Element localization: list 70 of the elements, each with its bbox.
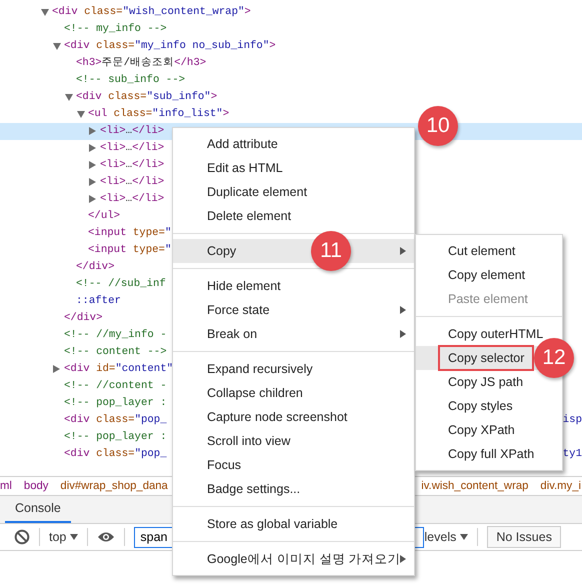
menu-item[interactable]: Copy XPath xyxy=(416,418,562,442)
menu-item[interactable]: Focus xyxy=(173,453,414,477)
menu-item[interactable]: Capture node screenshot xyxy=(173,405,414,429)
step-callout-tooltip: 10 xyxy=(418,106,458,146)
collapsed-triangle-icon[interactable] xyxy=(53,365,60,373)
code-line: <div class="sub_info"> xyxy=(76,90,218,105)
levels-dropdown[interactable]: levels xyxy=(424,528,468,546)
collapsed-triangle-icon[interactable] xyxy=(89,178,96,186)
code-line: <input type=" xyxy=(88,243,172,258)
expanded-triangle-icon[interactable] xyxy=(41,9,49,16)
code-line: <div id="content" xyxy=(64,362,174,377)
menu-item[interactable]: Force state xyxy=(173,298,414,322)
code-line: <li>…</li> xyxy=(100,124,164,139)
code-line: <!-- sub_info --> xyxy=(76,73,186,88)
code-line: <!-- //sub_inf xyxy=(76,277,166,292)
code-line: </div> xyxy=(76,260,114,275)
code-line: <!-- pop_layer : xyxy=(64,430,167,445)
menu-item[interactable]: Expand recursively xyxy=(173,357,414,381)
code-line: <!-- //content - xyxy=(64,379,167,394)
code-fragment: isp xyxy=(562,413,582,428)
code-line: <!-- pop_layer : xyxy=(64,396,167,411)
menu-item[interactable]: Collapse children xyxy=(173,381,414,405)
breadcrumb-link[interactable]: div.my_i xyxy=(540,478,581,494)
code-line: <li>…</li> xyxy=(100,141,164,156)
code-line: </div> xyxy=(64,311,102,326)
collapsed-triangle-icon[interactable] xyxy=(89,127,96,135)
menu-item[interactable]: Hide element xyxy=(173,274,414,298)
expanded-triangle-icon[interactable] xyxy=(53,43,61,50)
code-line: <!-- my_info --> xyxy=(64,22,167,37)
code-line: <!-- content --> xyxy=(64,345,167,360)
breadcrumb-link[interactable]: div#wrap_shop_dana xyxy=(60,478,168,494)
menu-item[interactable]: Google에서 이미지 설명 가져오기 xyxy=(173,547,414,571)
menu-item[interactable]: Add attribute xyxy=(173,132,414,156)
menu-item[interactable]: Store as global variable xyxy=(173,512,414,536)
collapsed-triangle-icon[interactable] xyxy=(89,161,96,169)
expanded-triangle-icon[interactable] xyxy=(65,94,73,101)
menu-item[interactable]: Delete element xyxy=(173,204,414,228)
code-line: <li>…</li> xyxy=(100,158,164,173)
code-line: <div class="my_info no_sub_info"> xyxy=(64,39,276,54)
code-line: <div class="pop_ xyxy=(64,413,167,428)
breadcrumb-link[interactable]: ml xyxy=(0,478,12,494)
collapsed-triangle-icon[interactable] xyxy=(89,144,96,152)
menu-item[interactable]: Scroll into view xyxy=(173,429,414,453)
code-line: <ul class="info_list"> xyxy=(88,107,230,122)
menu-item[interactable]: Break on xyxy=(173,322,414,346)
issues-button[interactable]: No Issues xyxy=(487,526,561,548)
code-line: ::after xyxy=(76,294,121,309)
code-line: <h3>주문/배송조회</h3> xyxy=(76,56,206,71)
menu-item[interactable]: Copy styles xyxy=(416,394,562,418)
context-dropdown[interactable]: top xyxy=(49,528,78,546)
menu-item[interactable]: Cut element xyxy=(416,239,562,263)
code-line: <input type=" xyxy=(88,226,172,241)
menu-item[interactable]: Badge settings... xyxy=(173,477,414,501)
code-line: <li>…</li> xyxy=(100,175,164,190)
breadcrumb-link[interactable]: iv.wish_content_wrap xyxy=(421,478,528,494)
code-line: <div class="pop_ xyxy=(64,447,167,462)
collapsed-triangle-icon[interactable] xyxy=(89,195,96,203)
code-fragment: ty1 xyxy=(562,447,582,462)
menu-item[interactable]: Duplicate element xyxy=(173,180,414,204)
eye-icon[interactable] xyxy=(97,531,116,543)
code-line: <li>…</li> xyxy=(100,192,164,207)
console-tab[interactable]: Console xyxy=(5,496,71,523)
code-line: </ul> xyxy=(88,209,120,224)
menu-item[interactable]: Copy element xyxy=(416,263,562,287)
breadcrumb-link[interactable]: body xyxy=(24,478,48,494)
menu-item[interactable]: Edit as HTML xyxy=(173,156,414,180)
code-line: <!-- //my_info - xyxy=(64,328,167,343)
code-line: <div class="wish_content_wrap"> xyxy=(52,5,251,20)
clear-icon[interactable] xyxy=(14,529,30,545)
menu-item[interactable]: Copy full XPath xyxy=(416,442,562,466)
